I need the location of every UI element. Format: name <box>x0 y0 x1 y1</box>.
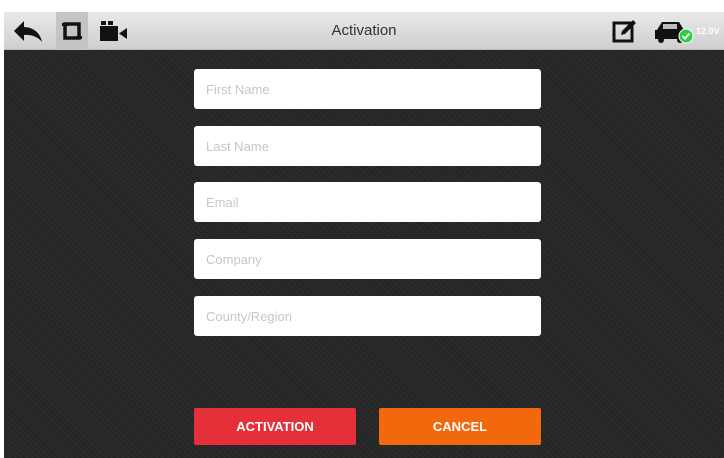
first-name-field[interactable] <box>194 69 541 109</box>
vehicle-status[interactable] <box>650 12 700 50</box>
back-arrow-icon <box>14 21 42 42</box>
video-camera-icon <box>100 21 127 41</box>
edit-button[interactable] <box>610 12 640 50</box>
company-field[interactable] <box>194 239 541 279</box>
activation-button[interactable]: ACTIVATION <box>194 408 356 445</box>
back-button[interactable] <box>8 12 48 50</box>
cancel-button[interactable]: CANCEL <box>379 408 541 445</box>
country-region-field[interactable] <box>194 296 541 336</box>
activation-form: ACTIVATION CANCEL <box>4 50 724 458</box>
car-connected-icon <box>655 22 694 44</box>
crop-icon <box>62 22 82 40</box>
edit-icon <box>612 20 636 43</box>
top-bar: Activation 12.0V <box>4 12 724 50</box>
last-name-field[interactable] <box>194 126 541 166</box>
email-field[interactable] <box>194 182 541 222</box>
app-screen: Activation 12.0V ACTIVATION CANCEL <box>0 0 724 458</box>
record-button[interactable] <box>94 12 134 50</box>
voltage-readout: 12.0V <box>696 26 720 36</box>
screenshot-button[interactable] <box>56 12 88 50</box>
